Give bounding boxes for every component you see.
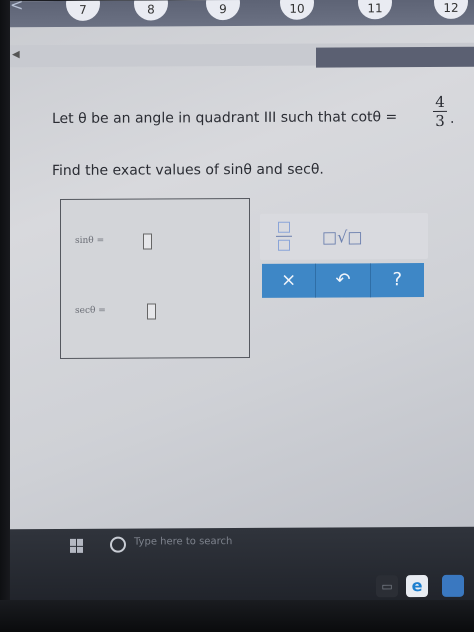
screen: < 7 8 9 10 11 12 ◀ Let θ be an angle in … [10, 0, 474, 610]
sqrt-tool-icon[interactable]: □√□ [322, 227, 362, 246]
store-icon[interactable] [442, 574, 464, 597]
question-number-11[interactable]: 11 [358, 0, 392, 20]
sec-label: secθ = [75, 305, 106, 316]
question-text: Let θ be an angle in quadrant III such t… [52, 93, 472, 179]
sec-answer-input[interactable] [147, 303, 156, 320]
clear-button[interactable]: × [262, 263, 317, 298]
fraction-denominator: 3 [435, 111, 445, 130]
windows-start-icon[interactable] [70, 538, 84, 553]
fraction-tool-icon[interactable] [276, 220, 292, 254]
header-accent-bar [316, 46, 474, 68]
question-instruction: Find the exact values of sinθ and secθ. [52, 161, 324, 179]
sin-answer-input[interactable] [143, 233, 152, 250]
prev-question-arrow[interactable]: < [10, 0, 23, 14]
answer-box: sinθ = secθ = [60, 197, 250, 359]
device-bezel-bottom [0, 600, 474, 632]
undo-button[interactable]: ↶ [316, 263, 371, 298]
math-tool-palette: □√□ [260, 213, 428, 260]
question-number-10[interactable]: 10 [280, 0, 314, 20]
taskbar-search-field[interactable]: Type here to search [134, 536, 232, 548]
fraction-numerator: 4 [435, 92, 445, 111]
sub-header-bar: ◀ [10, 42, 474, 68]
question-period: . [450, 110, 455, 127]
question-number-12[interactable]: 12 [434, 0, 468, 19]
windows-taskbar: Type here to search ▭ e [10, 526, 474, 610]
cortana-search-icon[interactable] [110, 536, 126, 553]
cot-fraction: 4 3 [432, 93, 448, 130]
action-bar: × ↶ ? [262, 263, 424, 298]
question-number-9[interactable]: 9 [206, 0, 240, 21]
question-nav: < 7 8 9 10 11 12 [10, 0, 474, 28]
back-arrow-icon[interactable]: ◀ [12, 49, 20, 60]
help-button[interactable]: ? [370, 263, 424, 298]
question-intro: Let θ be an angle in quadrant III such t… [52, 109, 398, 127]
file-explorer-icon[interactable]: ▭ [376, 575, 398, 598]
sin-label: sinθ = [75, 235, 105, 246]
edge-browser-icon[interactable]: e [406, 575, 428, 598]
question-number-7[interactable]: 7 [66, 0, 100, 21]
question-number-8[interactable]: 8 [134, 0, 168, 21]
